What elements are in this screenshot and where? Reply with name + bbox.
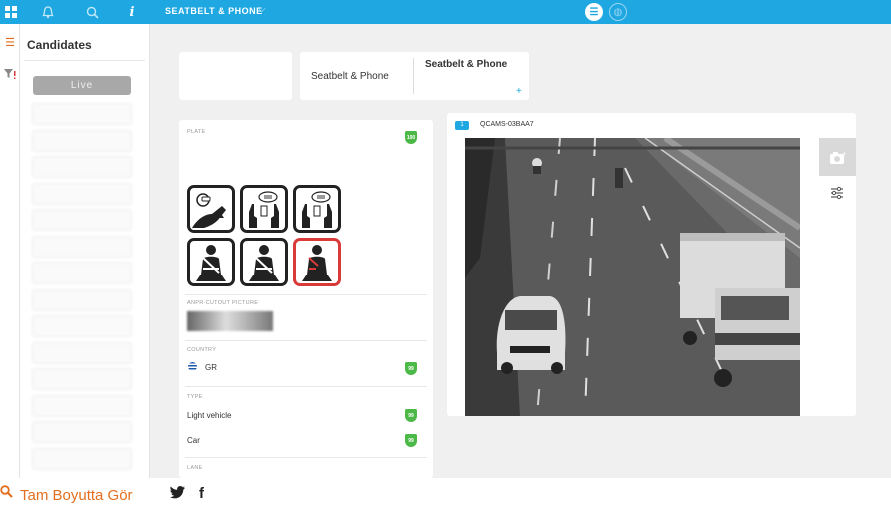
top-bar: i SEATBELT & PHONE ⌵ ☰ ◍ [0,0,891,24]
plate-card[interactable] [179,52,292,100]
list-item[interactable] [32,394,132,417]
score-badge: 99 [405,409,417,422]
camera-title: QCAMS-03BAA7 [480,121,534,128]
info-icon[interactable]: i [123,3,141,21]
add-button[interactable]: + [516,86,522,97]
svg-text:+: + [842,151,846,158]
phone-talking-icon [187,185,235,233]
list-item[interactable] [32,421,132,443]
list-item[interactable] [32,182,132,205]
view-toggle[interactable]: ☰ ◍ [585,2,629,22]
camera-snapshot-button[interactable]: + [819,138,856,176]
event-tabs: Seatbelt & Phone Seatbelt & Phone + [300,52,529,100]
divider [185,457,427,458]
app-window: i SEATBELT & PHONE ⌵ ☰ ◍ ☰ Candidates Li… [0,0,891,478]
page-title: SEATBELT & PHONE [165,6,263,16]
list-item[interactable] [32,129,132,152]
divider [185,294,427,295]
seatbelt-unfastened-icon [293,238,341,286]
country-value: GR [205,363,217,372]
candidates-title: Candidates [27,38,92,52]
lane-label: LANE [187,465,203,471]
cutout-label: ANPR-CUTOUT PICTURE [187,300,259,306]
seatbelt-fastened-icon [187,238,235,286]
type-value: Car [187,436,200,445]
list-item[interactable] [32,209,132,231]
grid-icon[interactable] [2,3,20,21]
plate-label: PLATE [187,129,206,135]
facebook-icon[interactable]: f [199,485,204,502]
divider [24,60,145,61]
twitter-icon[interactable] [170,486,185,502]
bell-icon[interactable] [39,3,57,21]
list-item[interactable] [32,235,132,258]
anpr-cutout-picture [187,311,273,331]
list-item[interactable] [32,368,132,390]
score-badge: 100 [405,131,417,144]
list-icon[interactable]: ☰ [2,34,18,50]
camera-panel: 1 QCAMS-03BAA7 + [447,113,856,416]
details-panel: PLATE 100 ANPR-CUTOUT PICTURE COUNTRY GR… [179,120,433,478]
camera-snapshot[interactable] [465,138,800,416]
filter-icon[interactable] [2,66,18,82]
list-item[interactable] [32,262,132,284]
flag-icon [188,362,197,371]
candidates-panel: Candidates Live [20,24,150,478]
score-badge: 99 [405,434,417,447]
globe-view-icon[interactable]: ◍ [609,3,627,21]
list-item[interactable] [32,447,132,470]
search-icon[interactable] [83,3,101,21]
chevron-down-icon[interactable]: ⌵ [258,4,266,15]
live-button[interactable]: Live [33,76,131,95]
phone-texting-icon [293,185,341,233]
tab-seatbelt-phone-active[interactable]: Seatbelt & Phone [425,59,507,70]
type-label: TYPE [187,394,203,400]
footer: Tam Boyutta Gör f [0,484,300,506]
list-item[interactable] [32,288,132,311]
phone-texting-icon [240,185,288,233]
candidate-list [32,103,132,474]
score-badge: 99 [405,362,417,375]
zoom-icon[interactable] [0,485,13,501]
list-item[interactable] [32,156,132,178]
settings-sliders-icon[interactable] [827,184,847,202]
country-label: COUNTRY [187,347,217,353]
camera-icon: 1 [455,121,469,130]
divider [413,58,414,94]
list-view-icon[interactable]: ☰ [585,3,603,21]
list-item[interactable] [32,103,132,125]
tab-seatbelt-phone[interactable]: Seatbelt & Phone [311,71,389,82]
divider [185,386,427,387]
divider [185,340,427,341]
left-rail: ☰ [0,24,20,478]
list-item[interactable] [32,315,132,337]
type-value: Light vehicle [187,411,232,420]
full-size-link[interactable]: Tam Boyutta Gör [20,487,133,504]
list-item[interactable] [32,341,132,364]
seatbelt-fastened-icon [240,238,288,286]
